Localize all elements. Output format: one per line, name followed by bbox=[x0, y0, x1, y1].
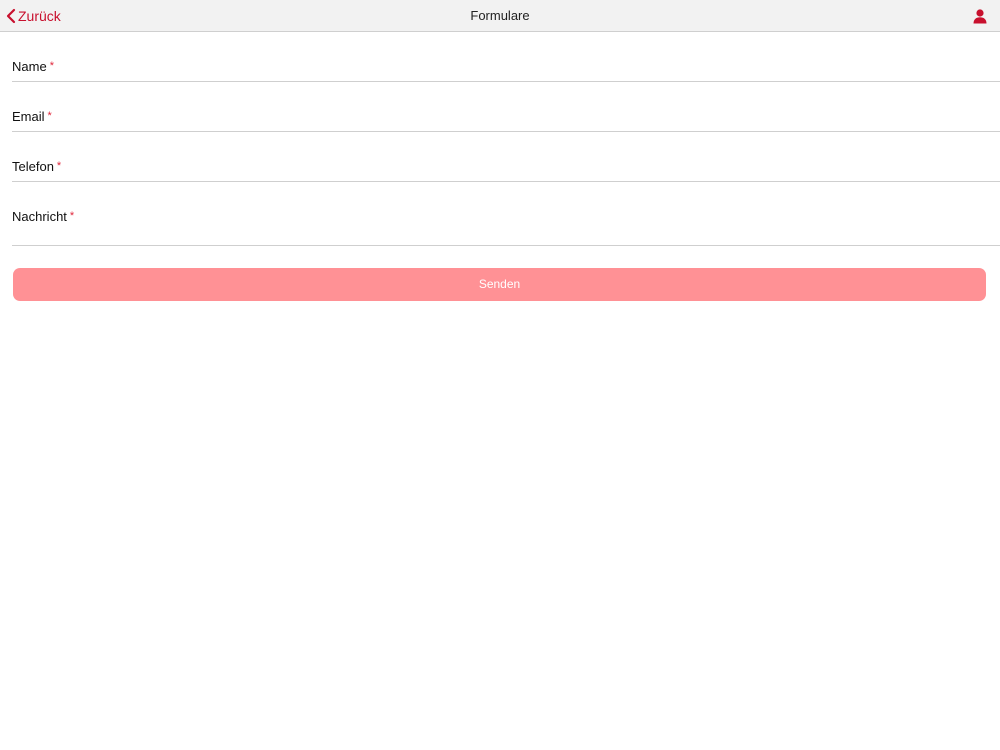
back-button-label: Zurück bbox=[18, 8, 61, 24]
name-field: Name * bbox=[12, 32, 1000, 82]
phone-input[interactable] bbox=[102, 156, 1000, 178]
message-field: Nachricht * bbox=[12, 182, 1000, 246]
user-icon[interactable] bbox=[972, 8, 988, 24]
navigation-bar: Zurück Formulare bbox=[0, 0, 1000, 32]
required-mark: * bbox=[69, 210, 75, 222]
name-input[interactable] bbox=[102, 56, 1000, 78]
message-label: Nachricht * bbox=[12, 209, 75, 224]
chevron-left-icon bbox=[6, 8, 18, 24]
phone-field: Telefon * bbox=[12, 132, 1000, 182]
page-title: Formulare bbox=[470, 8, 530, 23]
email-label: Email * bbox=[12, 109, 52, 124]
required-mark: * bbox=[56, 160, 62, 172]
email-field: Email * bbox=[12, 82, 1000, 132]
email-input[interactable] bbox=[102, 106, 1000, 128]
submit-button[interactable]: Senden bbox=[13, 268, 986, 301]
contact-form: Name * Email * Telefon * Nachricht * bbox=[0, 32, 1000, 246]
message-textarea[interactable] bbox=[102, 206, 1000, 244]
required-mark: * bbox=[49, 60, 54, 72]
name-label: Name * bbox=[12, 59, 54, 74]
required-mark: * bbox=[47, 110, 52, 122]
phone-label: Telefon * bbox=[12, 159, 62, 174]
back-button[interactable]: Zurück bbox=[6, 0, 61, 32]
